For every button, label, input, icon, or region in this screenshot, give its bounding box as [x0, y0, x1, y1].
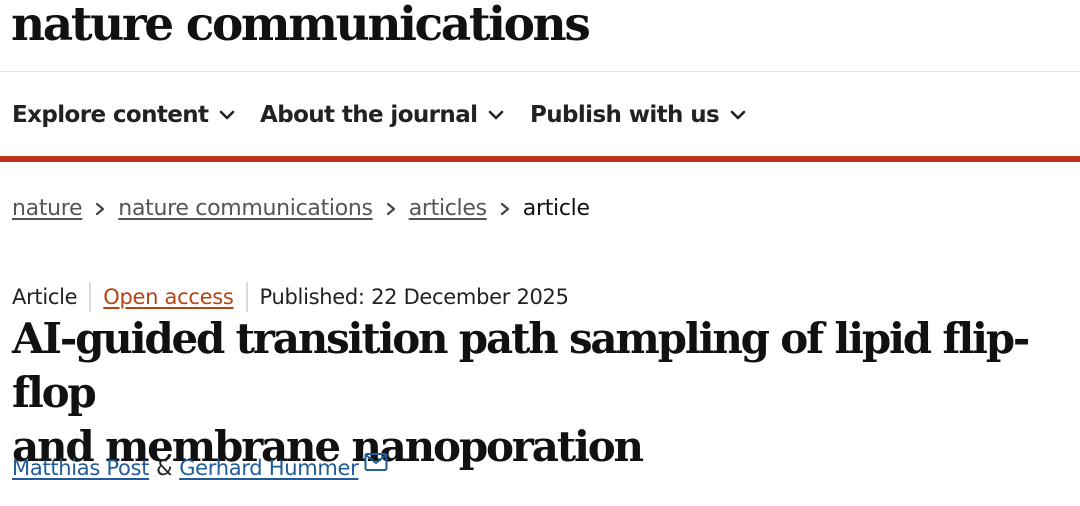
chevron-down-icon [730, 110, 746, 120]
nav-accent-rule [0, 156, 1080, 162]
nav-explore-content[interactable]: Explore content [12, 102, 236, 128]
site-logo[interactable]: nature communications [11, 0, 591, 52]
breadcrumb-link-nature-communications[interactable]: nature communications [118, 196, 373, 221]
breadcrumb-link-nature[interactable]: nature [12, 196, 83, 221]
chevron-right-icon [500, 202, 509, 215]
nav-item-label: Publish with us [530, 102, 720, 128]
meta-divider [245, 282, 248, 312]
author-link[interactable]: Gerhard Hummer [179, 456, 359, 480]
nav-publish-with-us[interactable]: Publish with us [530, 102, 747, 128]
article-type: Article [12, 285, 78, 309]
breadcrumb-current: article [522, 196, 590, 221]
author-list: Matthias Post & Gerhard Hummer [12, 453, 388, 480]
article-title-line-1: AI-guided transition path sampling of li… [12, 314, 1030, 417]
chevron-down-icon [220, 110, 235, 120]
site-header: nature communications [0, 0, 1080, 72]
published-date: Published: 22 December 2025 [259, 285, 569, 309]
main-nav: Explore content About the journal Publis… [0, 72, 1080, 158]
article-meta: Article Open access Published: 22 Decemb… [12, 282, 569, 312]
author-joiner: & [156, 456, 173, 480]
meta-divider [89, 282, 92, 312]
envelope-icon[interactable] [364, 452, 388, 472]
nav-item-label: About the journal [260, 102, 478, 128]
chevron-right-icon [96, 202, 105, 215]
article-title: AI-guided transition path sampling of li… [12, 312, 1080, 474]
author-link[interactable]: Matthias Post [12, 456, 149, 480]
chevron-down-icon [489, 110, 504, 120]
breadcrumb: nature nature communications articles ar… [12, 196, 590, 221]
nav-about-journal[interactable]: About the journal [260, 102, 505, 128]
open-access-link[interactable]: Open access [103, 285, 234, 309]
chevron-right-icon [386, 202, 395, 215]
breadcrumb-link-articles[interactable]: articles [409, 196, 487, 221]
nav-item-label: Explore content [12, 102, 209, 128]
